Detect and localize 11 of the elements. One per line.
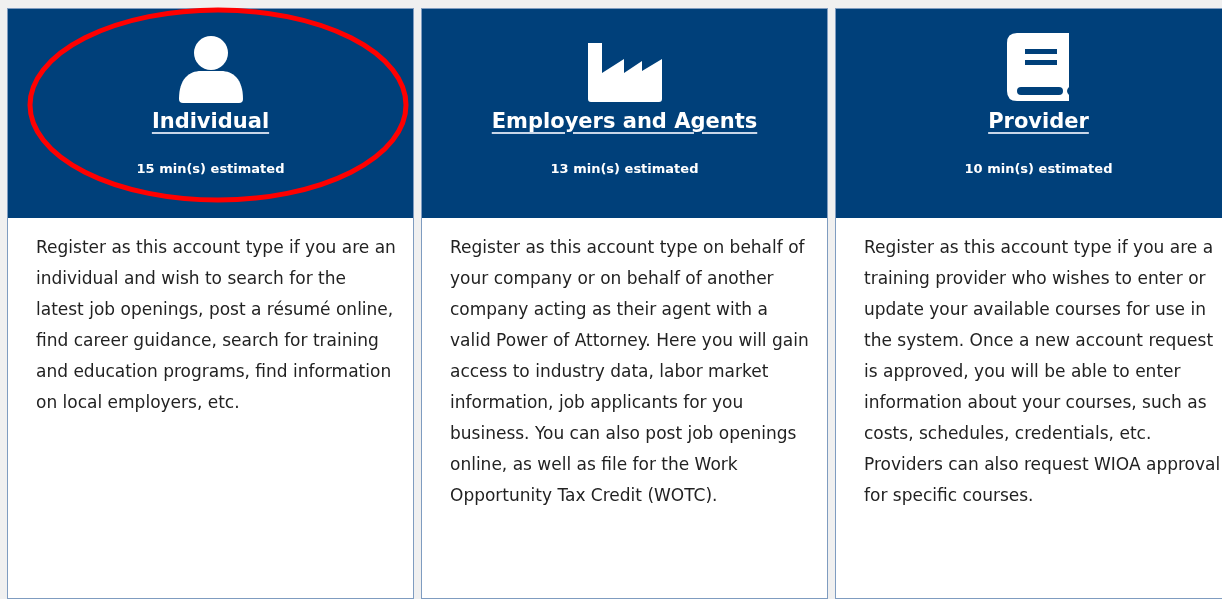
factory-icon [585, 41, 664, 103]
account-type-link[interactable]: Individual [151, 109, 270, 133]
account-description: Register as this account type on behalf of your company or on behalf of another company acting as their agent with a valid Power of Attorney. Here you will gain access to industry data, labor market information, job applicants for you business. You can also post job openings online, as well as file for the Work Opportunity Tax Credit (WOTC). [449, 236, 810, 507]
time-estimate: 13 min(s) estimated [550, 161, 699, 176]
time-estimate: 15 min(s) estimated [136, 161, 285, 176]
person-icon [176, 35, 245, 103]
account-description: Register as this account type if you are a training provider who wishes to enter or update your available courses for use in the system. Once a new account request is approved, you will be able to enter information about your courses, such as costs, schedules, credentials, etc. Providers can also request WIOA approval for specific courses. [863, 236, 1222, 507]
time-estimate: 10 min(s) estimated [964, 161, 1113, 176]
account-type-link[interactable]: Provider [988, 109, 1089, 133]
account-description: Register as this account type if you are an individual and wish to search for the latest job openings, post a résumé online, find career guidance, search for training and education programs, find information on local employers, etc. [35, 236, 397, 414]
account-type-link[interactable]: Employers and Agents [491, 109, 758, 133]
